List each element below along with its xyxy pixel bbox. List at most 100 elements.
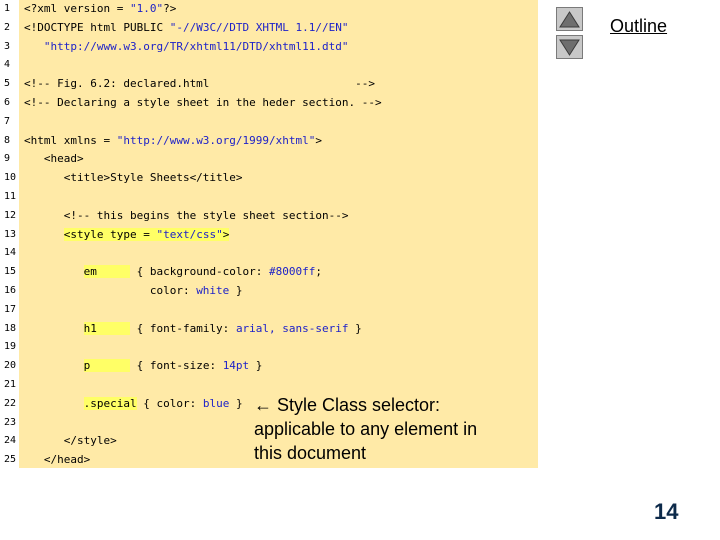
line-number: 17 [4, 303, 17, 315]
code-line: 12 <!-- this begins the style sheet sect… [0, 207, 538, 226]
next-slide-button[interactable] [556, 35, 583, 59]
code-token: { font-family: [129, 321, 236, 335]
code-text: <!-- Fig. 6.2: declared.html --> [24, 75, 375, 94]
outline-link[interactable]: Outline [610, 16, 667, 37]
code-token: "-//W3C//DTD XHTML 1.1//EN" [169, 20, 349, 34]
triangle-up-icon [559, 10, 580, 27]
code-line: 3 "http://www.w3.org/TR/xhtml11/DTD/xhtm… [0, 38, 538, 57]
code-line: 19 [0, 338, 538, 357]
code-line: 9 <head> [0, 150, 538, 169]
code-token: </style> [24, 434, 117, 448]
code-token: #8000ff [269, 265, 316, 279]
code-token: > [315, 133, 323, 147]
code-token: <!-- Declaring a style sheet in the hede… [24, 96, 382, 109]
code-token: { color: [136, 396, 203, 410]
line-number: 4 [4, 59, 11, 71]
code-text: </style> [24, 432, 117, 451]
code-token: <!DOCTYPE html PUBLIC [24, 20, 170, 34]
code-text: <head> [24, 150, 84, 169]
code-line: 18 h1 { font-family: arial, sans-serif } [0, 320, 538, 339]
previous-slide-button[interactable] [556, 7, 583, 31]
line-number: 10 [4, 172, 17, 184]
code-line: 6 <!-- Declaring a style sheet in the hed… [0, 94, 538, 113]
line-number: 23 [4, 416, 17, 428]
code-text: "http://www.w3.org/TR/xhtml11/DTD/xhtml1… [24, 38, 349, 57]
line-number: 9 [4, 153, 11, 165]
code-text: <!-- this begins the style sheet section… [24, 207, 349, 226]
line-number: 8 [4, 134, 11, 146]
code-token: "1.0" [129, 2, 164, 15]
code-token: </head> [24, 453, 91, 467]
code-token: } [249, 359, 263, 373]
line-number: 21 [4, 379, 17, 390]
code-text: </head> [24, 451, 90, 470]
line-number: 5 [4, 78, 11, 90]
code-text: <title>Style Sheets</title> [24, 169, 243, 188]
line-number: 13 [4, 228, 17, 240]
code-token: <!-- this begins the style sheet section… [24, 208, 349, 222]
code-token: <?xml version = [24, 2, 130, 15]
code-token: em [83, 265, 130, 279]
code-line: 5 <!-- Fig. 6.2: declared.html --> [0, 75, 538, 94]
code-line: 11 [0, 188, 538, 207]
line-number: 16 [4, 285, 17, 296]
code-text: p { font-size: 14pt } [24, 357, 262, 376]
line-number: 24 [4, 435, 17, 447]
line-number: 14 [4, 247, 17, 259]
annotation-line-2: applicable to any element in [254, 419, 478, 439]
code-text: <html xmlns = "http://www.w3.org/1999/xh… [24, 132, 322, 151]
code-line: 14 [0, 244, 538, 263]
annotation-callout: ← Style Class selector: applicable to an… [254, 393, 530, 465]
code-token: "http://www.w3.org/1999/xhtml" [116, 133, 316, 147]
code-token: } [229, 284, 243, 297]
line-number: 2 [4, 21, 11, 33]
code-token: > [222, 227, 230, 241]
line-number: 11 [4, 191, 17, 202]
triangle-down-icon [559, 39, 580, 56]
code-line: 2 <!DOCTYPE html PUBLIC "-//W3C//DTD XHTM… [0, 19, 538, 38]
code-line: 21 [0, 376, 538, 395]
code-line: 13 <style type = "text/css"> [0, 226, 538, 245]
line-number: 19 [4, 341, 17, 353]
code-line: 10 <title>Style Sheets</title> [0, 169, 538, 188]
code-text: <?xml version = "1.0"?> [24, 0, 176, 19]
code-text: <!-- Declaring a style sheet in the hede… [24, 94, 382, 113]
code-line: 8 <html xmlns = "http://www.w3.org/1999/x… [0, 132, 538, 151]
code-token: h1 [83, 321, 130, 335]
code-line: 17 [0, 301, 538, 320]
code-token: <!-- Fig. 6.2: declared.html --> [24, 77, 375, 91]
page-number: 14 [654, 499, 679, 524]
code-token: .special [83, 396, 137, 410]
line-number: 25 [4, 454, 17, 466]
code-line: 15 em { background-color: #8000ff; [0, 263, 538, 282]
annotation-line-3: this document [254, 443, 367, 463]
line-number: 3 [4, 40, 11, 52]
code-line: 4 [0, 56, 538, 75]
code-token: white [196, 284, 230, 297]
code-line: 7 [0, 113, 538, 132]
code-text: .special { color: blue } [24, 395, 243, 414]
code-line: 16 color: white } [0, 282, 538, 301]
annotation-line-1: ← Style Class selector: [254, 395, 441, 415]
line-number: 15 [4, 266, 17, 278]
line-number: 7 [4, 115, 11, 127]
code-line: 1 <?xml version = "1.0"?> [0, 0, 538, 19]
code-text: <style type = "text/css"> [24, 226, 230, 245]
code-token: "text/css" [156, 227, 223, 241]
code-text: color: white } [24, 282, 243, 301]
code-token: color: [24, 284, 197, 297]
code-token: <title>Style Sheets</title> [24, 171, 243, 185]
code-token: <head> [24, 152, 84, 166]
line-number: 18 [4, 322, 17, 334]
line-number: 20 [4, 360, 17, 372]
line-number: 1 [4, 3, 11, 14]
code-line: 20 p { font-size: 14pt } [0, 357, 538, 376]
code-token: ; [315, 265, 323, 279]
line-number: 12 [4, 209, 17, 221]
code-text: <!DOCTYPE html PUBLIC "-//W3C//DTD XHTML… [24, 19, 349, 38]
